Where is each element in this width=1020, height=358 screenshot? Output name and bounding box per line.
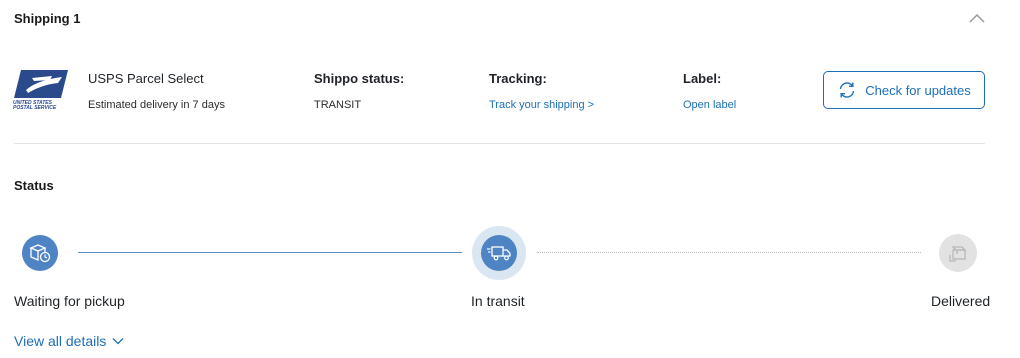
view-all-details-label: View all details: [14, 333, 107, 349]
view-all-details-link[interactable]: View all details: [14, 333, 124, 349]
chevron-down-icon: [112, 338, 124, 345]
track-shipping-link[interactable]: Track your shipping >: [489, 99, 594, 111]
section-divider: [14, 143, 985, 144]
refresh-icon: [840, 82, 855, 98]
shipment-title: Shipping 1: [14, 11, 81, 26]
usps-logo-line2: POSTAL SERVICE: [13, 105, 57, 111]
tracking-label: Tracking:: [489, 71, 547, 86]
carrier-name: USPS Parcel Select: [88, 71, 204, 86]
progress-line-done: [78, 252, 462, 253]
delivery-truck-icon: [487, 246, 511, 261]
estimated-delivery: Estimated delivery in 7 days: [88, 99, 225, 111]
check-for-updates-label: Check for updates: [865, 82, 971, 98]
package-clock-icon: [29, 244, 51, 263]
chevron-up-icon: [969, 13, 985, 23]
step-waiting-for-pickup-label: Waiting for pickup: [14, 293, 125, 309]
shippo-status-value: TRANSIT: [314, 99, 362, 111]
step-delivered-marker: [939, 234, 977, 272]
step-in-transit-label: In transit: [471, 293, 525, 309]
open-label-link[interactable]: Open label: [683, 99, 736, 111]
step-waiting-for-pickup-marker: [22, 235, 58, 271]
status-title: Status: [14, 178, 54, 193]
shippo-status-label: Shippo status:: [314, 71, 405, 86]
label-label: Label:: [683, 71, 722, 86]
collapse-button[interactable]: [966, 7, 988, 29]
check-for-updates-button[interactable]: Check for updates: [823, 71, 985, 109]
step-in-transit-marker: [472, 226, 526, 280]
step-delivered-label: Delivered: [931, 293, 991, 309]
usps-logo: UNITED STATES POSTAL SERVICE: [12, 68, 68, 114]
progress-line-pending: [537, 252, 921, 253]
package-delivered-icon: [949, 246, 967, 262]
